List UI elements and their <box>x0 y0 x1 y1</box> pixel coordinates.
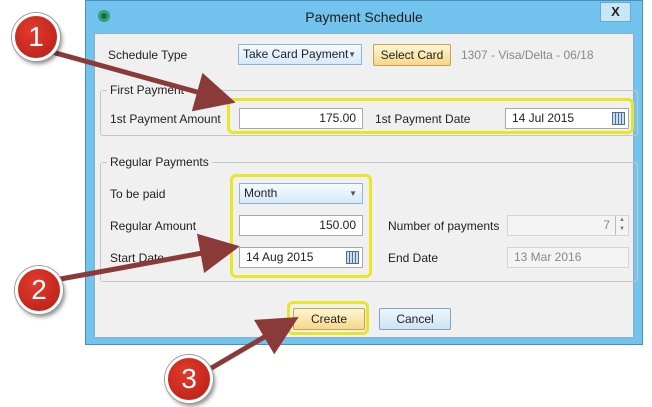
callout-arrows <box>51 49 299 373</box>
arrow-3 <box>206 316 299 373</box>
callout-badge-1: 1 <box>12 13 60 61</box>
callout-badge-2: 2 <box>15 266 63 314</box>
arrow-2 <box>54 233 240 283</box>
callout-badge-3: 3 <box>165 355 213 403</box>
arrow-1 <box>51 49 236 112</box>
